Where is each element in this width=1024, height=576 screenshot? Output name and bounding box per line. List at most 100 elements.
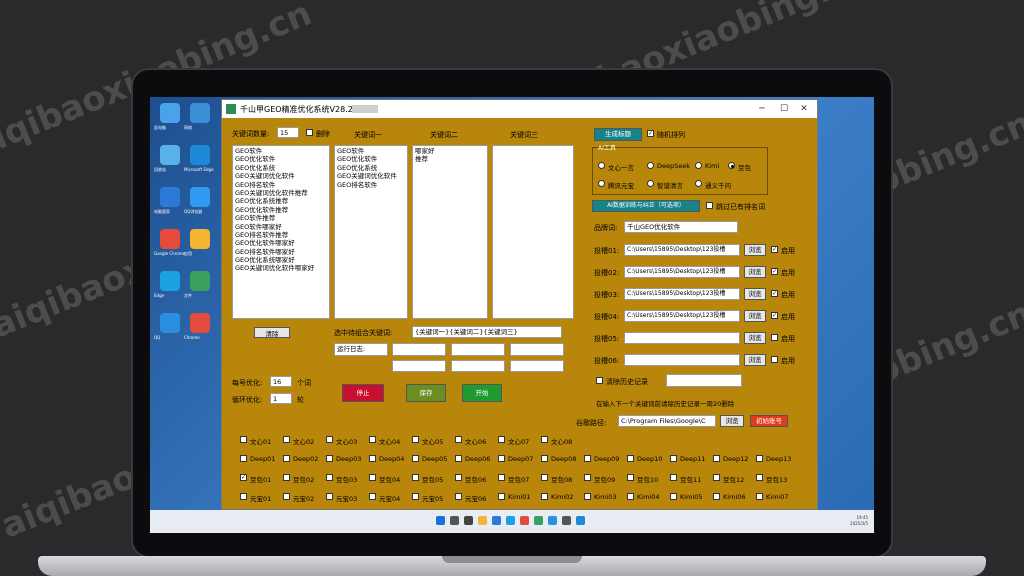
- account-browse-button[interactable]: 浏览: [744, 288, 766, 300]
- account-path-input[interactable]: [624, 332, 740, 344]
- desktop-icon[interactable]: Chrome: [184, 313, 216, 340]
- account-grid-checkbox[interactable]: [369, 474, 376, 481]
- col1-list[interactable]: GEO软件 GEO优化软件 GEO优化系统 GEO关键词优化软件 GEO排名软件: [334, 145, 408, 319]
- account-grid-checkbox[interactable]: [756, 493, 763, 500]
- account-enable-checkbox[interactable]: ✓: [771, 312, 778, 319]
- account-grid-checkbox[interactable]: [498, 474, 505, 481]
- ai-tool-radio[interactable]: [598, 162, 605, 169]
- ai-tool-radio[interactable]: [598, 180, 605, 187]
- keyword-count-input[interactable]: 15: [277, 127, 299, 138]
- init-account-button[interactable]: 初始账号: [750, 415, 788, 427]
- desktop-icon[interactable]: 网络: [184, 103, 216, 130]
- taskbar-app-icon[interactable]: [436, 516, 445, 525]
- desktop-icon[interactable]: 电脑管家: [154, 187, 186, 214]
- taskbar-app-icon[interactable]: [534, 516, 543, 525]
- taskbar-app-icon[interactable]: [450, 516, 459, 525]
- account-grid-checkbox[interactable]: [455, 436, 462, 443]
- account-enable-checkbox[interactable]: ✓: [771, 290, 778, 297]
- account-grid-checkbox[interactable]: [541, 474, 548, 481]
- account-path-input[interactable]: C:\Users\15895\Desktop\123投槽: [624, 244, 740, 256]
- clear-button[interactable]: 清除: [254, 327, 290, 338]
- account-grid-checkbox[interactable]: [326, 493, 333, 500]
- account-grid-checkbox[interactable]: [326, 474, 333, 481]
- keyword-item[interactable]: GEO软件推荐: [235, 214, 327, 222]
- account-grid-checkbox[interactable]: [455, 455, 462, 462]
- col1-item[interactable]: GEO排名软件: [337, 181, 405, 189]
- account-grid-checkbox[interactable]: [670, 493, 677, 500]
- account-grid-checkbox[interactable]: ✓: [240, 474, 247, 481]
- chrome-path-input[interactable]: C:\Program Files\Google\C: [618, 415, 716, 427]
- keyword-list[interactable]: GEO软件 GEO优化软件 GEO优化系统 GEO关键词优化软件 GEO排名软件 GEO关…: [232, 145, 330, 319]
- account-grid-checkbox[interactable]: [455, 474, 462, 481]
- desktop-icon[interactable]: Microsoft Edge: [184, 145, 216, 172]
- account-grid-checkbox[interactable]: [283, 474, 290, 481]
- desktop-icon[interactable]: 回收站: [154, 145, 186, 172]
- account-grid-checkbox[interactable]: [326, 436, 333, 443]
- save-button[interactable]: 保存: [406, 384, 446, 402]
- account-enable-checkbox[interactable]: [771, 334, 778, 341]
- account-grid-checkbox[interactable]: [627, 455, 634, 462]
- account-path-input[interactable]: C:\Users\15895\Desktop\123投槽: [624, 288, 740, 300]
- account-grid-checkbox[interactable]: [283, 493, 290, 500]
- minimize-icon[interactable]: ─: [755, 102, 769, 116]
- stop-button[interactable]: 停止: [342, 384, 384, 402]
- keyword-item[interactable]: GEO软件哪家好: [235, 223, 327, 231]
- desktop-icon[interactable]: 此电脑: [154, 103, 186, 130]
- keyword-item[interactable]: GEO优化软件推荐: [235, 206, 327, 214]
- account-browse-button[interactable]: 浏览: [744, 354, 766, 366]
- start-button[interactable]: 开始: [462, 384, 502, 402]
- ai-tool-radio[interactable]: [728, 162, 735, 169]
- close-icon[interactable]: ✕: [797, 102, 811, 116]
- taskbar-app-icon[interactable]: [520, 516, 529, 525]
- account-grid-checkbox[interactable]: [455, 493, 462, 500]
- generate-title-button[interactable]: 生成标题: [594, 128, 642, 141]
- clear-history-checkbox[interactable]: [596, 377, 603, 384]
- account-path-input[interactable]: [624, 354, 740, 366]
- account-grid-checkbox[interactable]: [412, 493, 419, 500]
- taskbar-app-icon[interactable]: [506, 516, 515, 525]
- account-grid-checkbox[interactable]: [627, 474, 634, 481]
- desktop-icon[interactable]: QQ浏览器: [184, 187, 216, 214]
- account-grid-checkbox[interactable]: [627, 493, 634, 500]
- account-grid-checkbox[interactable]: [670, 474, 677, 481]
- delete-checkbox[interactable]: [306, 129, 313, 136]
- account-grid-checkbox[interactable]: [584, 455, 591, 462]
- account-grid-checkbox[interactable]: [369, 493, 376, 500]
- ai-tool-radio[interactable]: [695, 162, 702, 169]
- account-browse-button[interactable]: 浏览: [744, 310, 766, 322]
- account-grid-checkbox[interactable]: [756, 455, 763, 462]
- account-path-input[interactable]: C:\Users\15895\Desktop\123投槽: [624, 310, 740, 322]
- random-checkbox[interactable]: ✓: [647, 130, 654, 137]
- account-grid-checkbox[interactable]: [541, 455, 548, 462]
- keyword-item[interactable]: GEO排名软件哪家好: [235, 248, 327, 256]
- account-grid-checkbox[interactable]: [412, 455, 419, 462]
- desktop-icon[interactable]: QQ: [154, 313, 186, 340]
- account-grid-checkbox[interactable]: [756, 474, 763, 481]
- ai-tool-radio[interactable]: [647, 180, 654, 187]
- skip-ranked-checkbox[interactable]: [706, 202, 713, 209]
- account-grid-checkbox[interactable]: [326, 455, 333, 462]
- keyword-item[interactable]: GEO优化系统推荐: [235, 197, 327, 205]
- account-path-input[interactable]: C:\Users\15895\Desktop\123投槽: [624, 266, 740, 278]
- col1-item[interactable]: GEO优化软件: [337, 155, 405, 163]
- account-grid-checkbox[interactable]: [584, 474, 591, 481]
- account-grid-checkbox[interactable]: [541, 436, 548, 443]
- keyword-item[interactable]: GEO优化系统: [235, 164, 327, 172]
- brand-input[interactable]: 千山GEO优化软件: [624, 221, 738, 233]
- ai-train-button[interactable]: AI数据训练与纠正（可选项）: [592, 200, 700, 212]
- ai-tool-radio[interactable]: [695, 180, 702, 187]
- account-grid-checkbox[interactable]: [369, 455, 376, 462]
- keyword-item[interactable]: GEO排名软件: [235, 181, 327, 189]
- loop-input[interactable]: 1: [270, 393, 292, 404]
- account-enable-checkbox[interactable]: ✓: [771, 246, 778, 253]
- col1-item[interactable]: GEO关键词优化软件: [337, 172, 405, 180]
- account-grid-checkbox[interactable]: [670, 455, 677, 462]
- account-enable-checkbox[interactable]: [771, 356, 778, 363]
- account-browse-button[interactable]: 浏览: [744, 266, 766, 278]
- account-grid-checkbox[interactable]: [498, 493, 505, 500]
- taskbar-app-icon[interactable]: [464, 516, 473, 525]
- maximize-icon[interactable]: ☐: [777, 102, 791, 116]
- account-grid-checkbox[interactable]: [283, 436, 290, 443]
- account-grid-checkbox[interactable]: [498, 455, 505, 462]
- account-grid-checkbox[interactable]: [541, 493, 548, 500]
